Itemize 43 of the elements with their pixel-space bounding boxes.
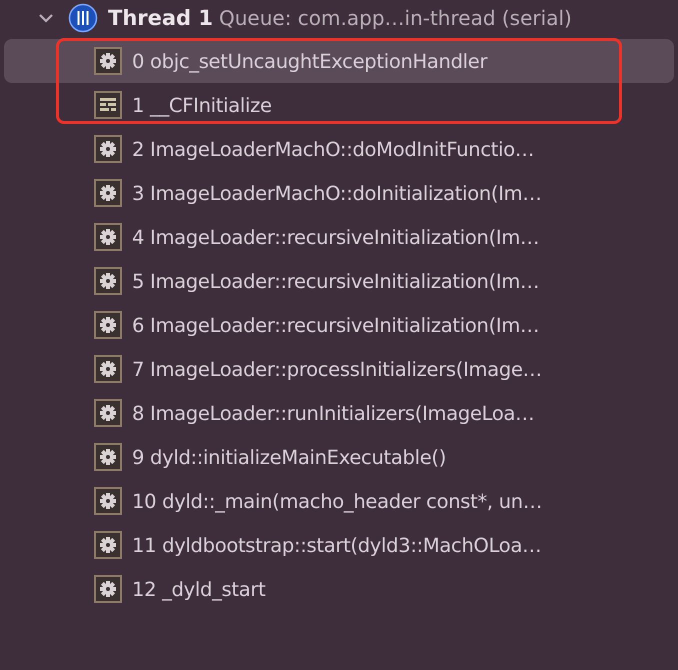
- stack-frame-row[interactable]: 2 ImageLoaderMachO::doModInitFunctio…: [4, 127, 674, 171]
- disclosure-caret-icon[interactable]: [38, 12, 54, 24]
- stack-frame-row[interactable]: 11 dyldbootstrap::start(dyld3::MachOLoa…: [4, 523, 674, 567]
- frame-label: 4 ImageLoader::recursiveInitialization(Im…: [132, 226, 540, 248]
- gear-icon: [94, 355, 122, 383]
- gear-icon: [94, 47, 122, 75]
- stack-frame-row[interactable]: 0 objc_setUncaughtExceptionHandler: [4, 39, 674, 83]
- stack-frame-row[interactable]: 6 ImageLoader::recursiveInitialization(Im…: [4, 303, 674, 347]
- frame-label: 3 ImageLoaderMachO::doInitialization(Im…: [132, 182, 542, 204]
- frame-label: 7 ImageLoader::processInitializers(Image…: [132, 358, 542, 380]
- stack-frame-row[interactable]: 1 __CFInitialize: [4, 83, 674, 127]
- gear-icon: [94, 311, 122, 339]
- thread-icon: [68, 3, 98, 33]
- queue-label: Queue: com.app…in-thread (serial): [219, 6, 572, 30]
- frame-label: 5 ImageLoader::recursiveInitialization(Im…: [132, 270, 540, 292]
- frame-label: 10 dyld::_main(macho_header const*, un…: [132, 490, 542, 512]
- gear-icon: [94, 487, 122, 515]
- frame-label: 6 ImageLoader::recursiveInitialization(Im…: [132, 314, 540, 336]
- frame-label: 2 ImageLoaderMachO::doModInitFunctio…: [132, 138, 534, 160]
- frame-label: 1 __CFInitialize: [132, 94, 272, 116]
- gear-icon: [94, 443, 122, 471]
- frame-label: 8 ImageLoader::runInitializers(ImageLoa…: [132, 402, 534, 424]
- gear-icon: [94, 531, 122, 559]
- stack-frame-row[interactable]: 3 ImageLoaderMachO::doInitialization(Im…: [4, 171, 674, 215]
- gear-icon: [94, 223, 122, 251]
- stack-frame-row[interactable]: 10 dyld::_main(macho_header const*, un…: [4, 479, 674, 523]
- thread-title: Thread 1: [108, 6, 213, 30]
- stack-frame-row[interactable]: 5 ImageLoader::recursiveInitialization(Im…: [4, 259, 674, 303]
- frame-label: 9 dyld::initializeMainExecutable(): [132, 446, 446, 468]
- stack-frame-row[interactable]: 7 ImageLoader::processInitializers(Image…: [4, 347, 674, 391]
- gear-icon: [94, 575, 122, 603]
- stack-frame-row[interactable]: 9 dyld::initializeMainExecutable(): [4, 435, 674, 479]
- stack-frame-row[interactable]: 8 ImageLoader::runInitializers(ImageLoa…: [4, 391, 674, 435]
- stack-frame-row[interactable]: 12 _dyld_start: [4, 567, 674, 611]
- stack-frame-row[interactable]: 4 ImageLoader::recursiveInitialization(Im…: [4, 215, 674, 259]
- frame-label: 0 objc_setUncaughtExceptionHandler: [132, 50, 488, 72]
- frame-label: 12 _dyld_start: [132, 578, 266, 600]
- gear-icon: [94, 399, 122, 427]
- frame-label: 11 dyldbootstrap::start(dyld3::MachOLoa…: [132, 534, 542, 556]
- gear-icon: [94, 267, 122, 295]
- table-icon: [94, 91, 122, 119]
- gear-icon: [94, 135, 122, 163]
- gear-icon: [94, 179, 122, 207]
